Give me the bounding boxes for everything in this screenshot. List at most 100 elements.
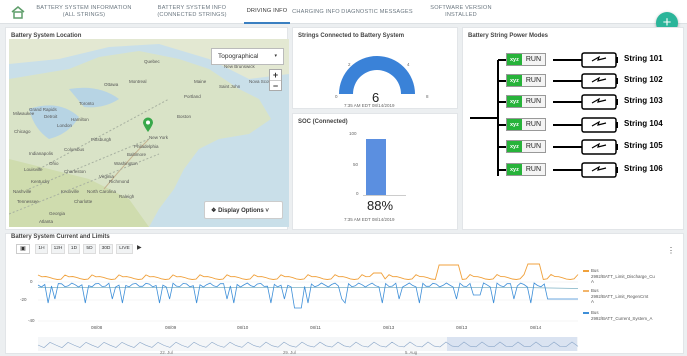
timestamp: 7:35 AM EDT 08/14/2019: [344, 217, 395, 222]
mode-button[interactable]: xyz RUN: [506, 74, 547, 87]
mode-label: RUN: [525, 77, 542, 84]
chart-menu-icon[interactable]: ⋮: [667, 246, 675, 255]
series-discharge-limit: [37, 263, 579, 281]
tab-label: BATTERY SYSTEM INFORMATION: [36, 5, 132, 11]
battery-terminal: [616, 167, 618, 173]
legend-label: 2992/BATT_Current_System_A: [591, 315, 653, 321]
legend-item[interactable]: Bus 2992/BATT_Limit_RegenCrnt A: [583, 288, 648, 305]
legend-swatch: [583, 270, 589, 272]
legend-label: 2992/BATT_Limit_RegenCrnt: [591, 293, 649, 299]
map-label: Detroit: [44, 114, 58, 119]
map-label: North Carolina: [87, 189, 117, 194]
x-tick: 08/09: [165, 325, 177, 330]
map-label: Milwaukee: [13, 111, 35, 116]
map-type-select[interactable]: Topographical ▾: [211, 48, 284, 65]
legend-swatch: [583, 290, 589, 292]
map-label: Atlanta: [39, 219, 54, 224]
display-options-button[interactable]: ❖ Display Options ˅: [204, 201, 283, 219]
x-tick: 08/13: [383, 325, 395, 330]
map-type-value: Topographical: [218, 53, 259, 60]
x-tick: 08/11: [310, 325, 321, 330]
map-label: Montreal: [129, 79, 147, 84]
map-label: Boston: [177, 114, 192, 119]
tab-battery-system-information[interactable]: BATTERY SYSTEM INFORMATION (ALL STRINGS): [36, 0, 132, 24]
legend-label: Bus: [591, 268, 599, 273]
legend-swatch: [583, 312, 589, 314]
map-label: Richmond: [109, 179, 130, 184]
chevron-down-icon: ˅: [265, 208, 269, 214]
battery-terminal: [616, 122, 618, 128]
tab-charging-info[interactable]: CHARGING INFO: [292, 0, 340, 24]
strings-connected-panel: Strings Connected to Battery System 0 2 …: [292, 27, 458, 109]
x-tick: 08/10: [237, 325, 249, 330]
home-icon[interactable]: [10, 5, 26, 19]
mode-tag: xyz: [507, 75, 522, 86]
map-label: Saint John: [219, 84, 241, 89]
mode-button[interactable]: xyz RUN: [506, 163, 547, 176]
mode-button[interactable]: xyz RUN: [506, 95, 547, 108]
tab-label: DRIVING INFO: [246, 7, 288, 14]
panel-title: Strings Connected to Battery System: [298, 33, 405, 39]
gauge-tick: 0: [335, 94, 338, 99]
map-label: Quebec: [144, 59, 160, 64]
map-label: Toronto: [79, 101, 95, 106]
mode-button[interactable]: xyz RUN: [506, 118, 547, 131]
mode-label: RUN: [525, 98, 542, 105]
legend-item[interactable]: Bus 2992/BATT_Limit_Discharge_Cu A: [583, 268, 655, 285]
top-nav-bar: BATTERY SYSTEM INFORMATION (ALL STRINGS)…: [0, 0, 687, 24]
legend-label: Bus: [591, 288, 599, 293]
tab-driving-info[interactable]: DRIVING INFO: [244, 0, 290, 24]
tab-diagnostic-messages[interactable]: DIAGNOSTIC MESSAGES: [341, 0, 413, 24]
map-label: Pittsburgh: [91, 137, 112, 142]
y-tick: -40: [28, 318, 35, 323]
mode-button[interactable]: xyz RUN: [506, 53, 547, 66]
zoom-out-button[interactable]: −: [270, 81, 281, 91]
zoom-in-button[interactable]: +: [270, 70, 281, 81]
soc-bar: [366, 138, 386, 195]
y-tick: -20: [20, 297, 27, 302]
mode-label: RUN: [525, 166, 542, 173]
map-label: Kentucky: [31, 179, 50, 184]
map-label: Tennessee: [17, 199, 39, 204]
legend-item[interactable]: Bus 2992/BATT_Current_System_A: [583, 310, 652, 321]
map-place-labels: Ottawa Montreal Toronto Portland Boston …: [9, 39, 289, 227]
chevron-down-icon: ▾: [274, 53, 277, 59]
soc-tick: 50: [353, 162, 359, 167]
map-label: London: [57, 123, 73, 128]
tab-software-version-installed[interactable]: SOFTWARE VERSION INSTALLED: [416, 0, 506, 24]
map-label: Ottawa: [104, 82, 119, 87]
timestamp: 7:35 AM EDT 08/14/2019: [344, 103, 395, 108]
navigator-tick: 29. Jul: [283, 350, 296, 355]
string-label: String 101: [624, 54, 663, 63]
tab-label: DIAGNOSTIC MESSAGES: [341, 8, 413, 15]
legend-label: A: [591, 299, 594, 304]
map-label: Louisville: [24, 167, 43, 172]
mode-label: RUN: [525, 143, 542, 150]
map-label: Baltimore: [127, 152, 147, 157]
x-tick: 08/14: [530, 325, 542, 330]
map-label: Raleigh: [119, 194, 135, 199]
mode-button[interactable]: xyz RUN: [506, 140, 547, 153]
legend-label: A: [591, 279, 594, 284]
battery-terminal: [616, 57, 618, 63]
y-tick: 0: [30, 279, 33, 284]
tab-sublabel: (CONNECTED STRINGS): [157, 12, 227, 18]
string-label: String 104: [624, 119, 663, 128]
tab-label: BATTERY SYSTEM INFO: [157, 5, 227, 11]
map-label: Washington: [114, 161, 138, 166]
display-options-label: Display Options: [218, 208, 264, 214]
mode-tag: xyz: [507, 141, 522, 152]
series-regen-limit: [38, 287, 579, 289]
x-tick: 08/13: [456, 325, 468, 330]
navigator-tick: 5. Aug: [405, 350, 418, 355]
battery-terminal: [616, 99, 618, 105]
map-label: Georgia: [49, 211, 66, 216]
soc-value: 88%: [367, 198, 394, 213]
map-marker-icon[interactable]: [142, 117, 154, 133]
tab-battery-system-info-connected[interactable]: BATTERY SYSTEM INFO (CONNECTED STRINGS): [150, 0, 234, 24]
x-tick: 08/08: [91, 325, 103, 330]
mode-label: RUN: [525, 56, 542, 63]
soc-panel: SOC (Connected) 100 50 0 88% 7:35 AM EDT…: [292, 113, 458, 230]
soc-tick: 0: [356, 191, 359, 196]
string-label: String 102: [624, 75, 663, 84]
